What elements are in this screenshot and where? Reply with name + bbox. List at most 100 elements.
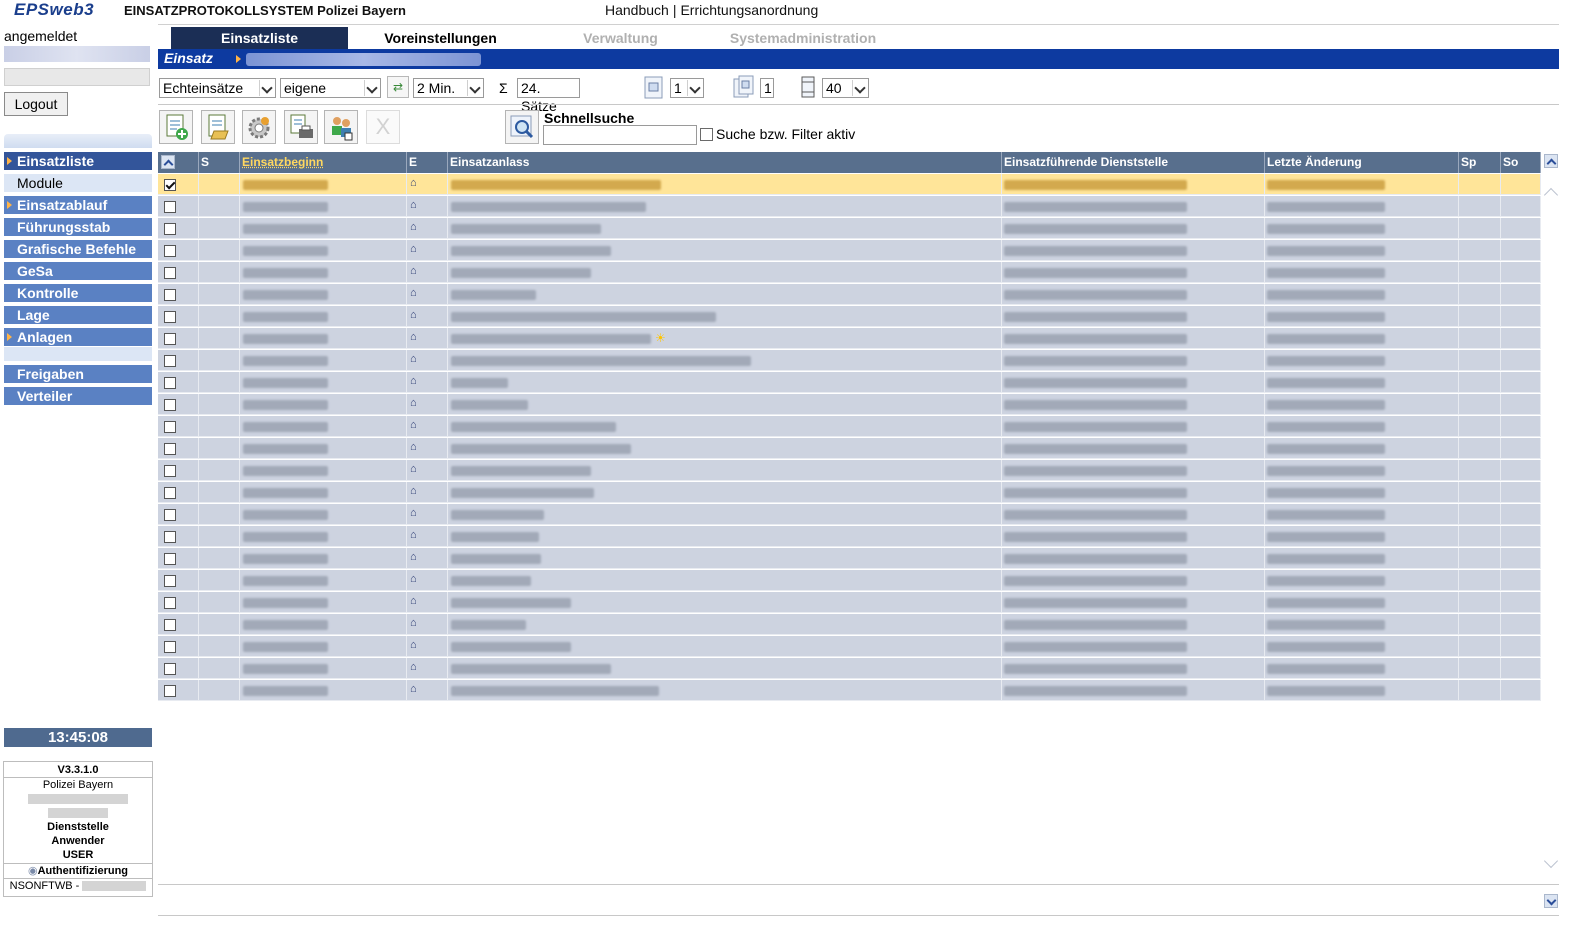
row-checkbox[interactable] xyxy=(164,685,176,697)
errichtungsanordnung-link[interactable]: Errichtungsanordnung xyxy=(680,2,818,18)
type-select[interactable]: Echteinsätze xyxy=(159,78,276,98)
column-header-einsatzbeginn[interactable]: Einsatzbeginn xyxy=(240,152,407,173)
einsatz-type-icon[interactable]: ⌂ xyxy=(410,177,422,189)
table-row[interactable]: ⌂ xyxy=(158,240,1541,261)
scroll-down-button[interactable] xyxy=(1544,894,1558,908)
row-checkbox[interactable] xyxy=(164,333,176,345)
logout-button[interactable]: Logout xyxy=(4,92,68,116)
column-header-letzte-aenderung[interactable]: Letzte Änderung xyxy=(1265,152,1459,173)
row-checkbox[interactable] xyxy=(164,597,176,609)
einsatz-type-icon[interactable]: ⌂ xyxy=(410,265,422,277)
column-header-s[interactable]: S xyxy=(199,152,240,173)
table-row[interactable]: ⌂ xyxy=(158,614,1541,635)
row-checkbox[interactable] xyxy=(164,355,176,367)
table-row[interactable]: ⌂ xyxy=(158,284,1541,305)
row-checkbox[interactable] xyxy=(164,421,176,433)
tab-einsatzliste[interactable]: Einsatzliste xyxy=(171,27,348,49)
einsatz-type-icon[interactable]: ⌂ xyxy=(410,199,422,211)
sort-up-icon[interactable] xyxy=(161,155,175,169)
einsatz-type-icon[interactable]: ⌂ xyxy=(410,639,422,651)
scope-select[interactable]: eigene xyxy=(280,78,381,98)
row-checkbox[interactable] xyxy=(164,509,176,521)
sidebar-item-verteiler[interactable]: Verteiler xyxy=(4,387,152,405)
sidebar-item-lage[interactable]: Lage xyxy=(4,306,152,324)
settings-button[interactable] xyxy=(242,110,276,144)
scroll-up-button[interactable] xyxy=(1544,154,1558,168)
filter-active-checkbox[interactable] xyxy=(700,128,713,141)
einsatz-type-icon[interactable]: ⌂ xyxy=(410,331,422,343)
sidebar-item-anlagen[interactable]: Anlagen xyxy=(4,328,152,346)
row-checkbox[interactable] xyxy=(164,531,176,543)
open-einsatz-button[interactable] xyxy=(201,110,235,144)
row-checkbox[interactable] xyxy=(164,575,176,587)
table-row[interactable]: ⌂ xyxy=(158,548,1541,569)
sidebar-item-freigaben[interactable]: Freigaben xyxy=(4,365,152,383)
column-header-einsatzanlass[interactable]: Einsatzanlass xyxy=(448,152,1002,173)
einsatz-type-icon[interactable]: ⌂ xyxy=(410,309,422,321)
einsatz-type-icon[interactable]: ⌂ xyxy=(410,441,422,453)
auth-link[interactable]: ◉Authentifizierung xyxy=(4,863,152,879)
einsatz-type-icon[interactable]: ⌂ xyxy=(410,375,422,387)
sidebar-item-einsatzliste[interactable]: Einsatzliste xyxy=(4,152,152,170)
row-checkbox[interactable] xyxy=(164,377,176,389)
table-row[interactable]: ⌂ ☀ xyxy=(158,328,1541,349)
page-select[interactable]: 1 xyxy=(670,78,704,98)
table-row[interactable]: ⌂ xyxy=(158,394,1541,415)
table-row[interactable]: ⌂ xyxy=(158,636,1541,657)
row-checkbox[interactable] xyxy=(164,267,176,279)
users-button[interactable] xyxy=(324,110,358,144)
einsatz-type-icon[interactable]: ⌂ xyxy=(410,529,422,541)
table-row[interactable]: ⌂ xyxy=(158,438,1541,459)
row-checkbox[interactable] xyxy=(164,553,176,565)
table-row[interactable]: ⌂ xyxy=(158,174,1541,195)
refresh-interval-select[interactable]: 2 Min. xyxy=(413,78,484,98)
einsatz-type-icon[interactable]: ⌂ xyxy=(410,595,422,607)
table-row[interactable]: ⌂ xyxy=(158,196,1541,217)
table-row[interactable]: ⌂ xyxy=(158,658,1541,679)
einsatz-type-icon[interactable]: ⌂ xyxy=(410,397,422,409)
row-checkbox[interactable] xyxy=(164,311,176,323)
row-checkbox[interactable] xyxy=(164,619,176,631)
einsatz-type-icon[interactable]: ⌂ xyxy=(410,551,422,563)
row-checkbox[interactable] xyxy=(164,641,176,653)
table-row[interactable]: ⌂ xyxy=(158,482,1541,503)
column-header-so[interactable]: So xyxy=(1501,152,1541,173)
sidebar-item-einsatzablauf[interactable]: Einsatzablauf xyxy=(4,196,152,214)
einsatz-type-icon[interactable]: ⌂ xyxy=(410,683,422,695)
row-checkbox[interactable] xyxy=(164,487,176,499)
einsatz-type-icon[interactable]: ⌂ xyxy=(410,485,422,497)
einsatz-type-icon[interactable]: ⌂ xyxy=(410,617,422,629)
vertical-scrollbar[interactable] xyxy=(1542,152,1559,912)
table-row[interactable]: ⌂ xyxy=(158,218,1541,239)
table-row[interactable]: ⌂ xyxy=(158,416,1541,437)
row-checkbox[interactable] xyxy=(164,399,176,411)
print-button[interactable] xyxy=(284,110,318,144)
row-checkbox[interactable] xyxy=(164,223,176,235)
handbuch-link[interactable]: Handbuch xyxy=(605,2,669,18)
table-row[interactable]: ⌂ xyxy=(158,460,1541,481)
einsatz-type-icon[interactable]: ⌂ xyxy=(410,573,422,585)
einsatz-type-icon[interactable]: ⌂ xyxy=(410,463,422,475)
table-row[interactable]: ⌂ xyxy=(158,372,1541,393)
einsatz-type-icon[interactable]: ⌂ xyxy=(410,419,422,431)
row-checkbox[interactable] xyxy=(164,443,176,455)
einsatz-type-icon[interactable]: ⌂ xyxy=(410,507,422,519)
column-header-e[interactable]: E xyxy=(407,152,448,173)
table-row[interactable]: ⌂ xyxy=(158,350,1541,371)
einsatz-type-icon[interactable]: ⌂ xyxy=(410,243,422,255)
row-checkbox[interactable] xyxy=(164,245,176,257)
einsatz-type-icon[interactable]: ⌂ xyxy=(410,287,422,299)
refresh-button[interactable]: ⇄ xyxy=(387,76,409,98)
new-einsatz-button[interactable] xyxy=(159,110,193,144)
table-row[interactable]: ⌂ xyxy=(158,262,1541,283)
tab-voreinstellungen[interactable]: Voreinstellungen xyxy=(358,27,523,49)
sidebar-item-kontrolle[interactable]: Kontrolle xyxy=(4,284,152,302)
table-row[interactable]: ⌂ xyxy=(158,680,1541,701)
row-checkbox[interactable] xyxy=(164,465,176,477)
column-header-dienststelle[interactable]: Einsatzführende Dienststelle xyxy=(1002,152,1265,173)
row-checkbox[interactable] xyxy=(164,179,176,191)
row-checkbox[interactable] xyxy=(164,663,176,675)
einsatz-type-icon[interactable]: ⌂ xyxy=(410,661,422,673)
quicksearch-button[interactable] xyxy=(505,110,539,144)
table-row[interactable]: ⌂ xyxy=(158,306,1541,327)
